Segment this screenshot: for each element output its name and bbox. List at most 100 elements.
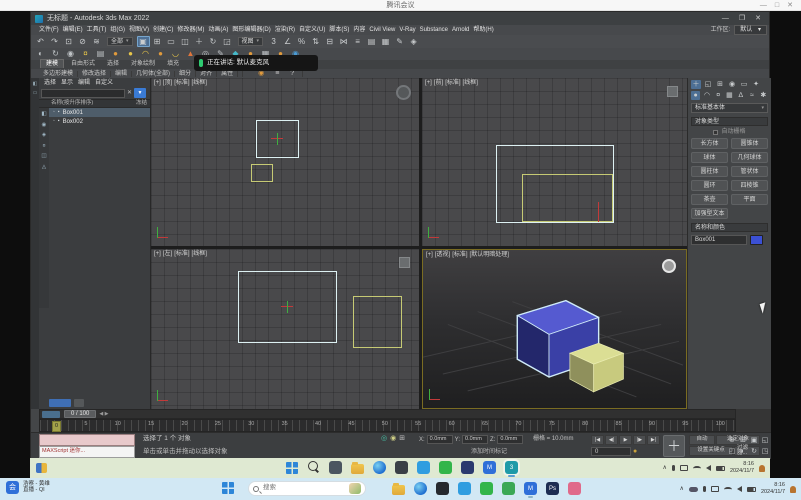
widgets-icon[interactable] <box>36 463 47 473</box>
media-app-icon[interactable] <box>395 461 408 474</box>
viewport-left[interactable]: [+][左][标准][线框] <box>151 249 419 409</box>
primitive-category-dropdown[interactable]: 标准基本体▾ <box>691 103 768 113</box>
unlink-icon[interactable]: ⊘ <box>76 36 89 47</box>
volume-icon[interactable] <box>737 486 742 492</box>
viewport-label[interactable]: [+] <box>154 80 161 86</box>
explorer-menu-item[interactable]: 显示 <box>61 80 73 87</box>
time-slider-handle[interactable]: 0 / 100 <box>64 410 96 418</box>
primitive-button[interactable]: 长方体 <box>691 138 728 149</box>
ribbon-section[interactable]: 修改选择 <box>78 71 111 77</box>
menu-item[interactable]: Civil View <box>367 27 397 33</box>
filter-icon[interactable]: ▼ <box>134 88 146 98</box>
menu-item[interactable]: 图形编辑器(D) <box>230 27 272 33</box>
time-slider-left-button[interactable] <box>42 411 60 418</box>
explorer-search-input[interactable] <box>41 89 125 98</box>
tray-chevron-icon[interactable]: ∧ <box>663 465 667 471</box>
workspace-dropdown[interactable]: 默认 ▾ <box>734 25 767 35</box>
viewport-label[interactable]: [+] <box>426 252 433 258</box>
display-lights-icon[interactable]: ¤ <box>42 144 45 150</box>
menu-item[interactable]: 文件(F) <box>37 27 61 33</box>
primitive-button[interactable]: 圆锥体 <box>731 138 768 149</box>
primitive-button[interactable]: 几何球体 <box>731 152 768 163</box>
viewport-perspective[interactable]: [+][透视][标准][默认明暗处理] <box>422 249 687 409</box>
curve-editor-icon[interactable]: ✎ <box>393 36 406 47</box>
explorer-menu-item[interactable]: 选择 <box>44 80 56 87</box>
auto-key-button[interactable]: 自动 <box>689 435 715 445</box>
ribbon-tab[interactable]: 对象绘制 <box>126 60 160 68</box>
mic-tray-icon[interactable] <box>672 465 675 471</box>
isolate-selection-icon[interactable]: ◎ <box>381 435 387 442</box>
viewport-label[interactable]: [顶] <box>163 80 172 86</box>
notification-icon[interactable] <box>759 465 765 472</box>
start-button[interactable] <box>222 482 234 494</box>
menu-item[interactable]: 帮助(H) <box>471 27 495 33</box>
start-button[interactable] <box>286 462 298 474</box>
battery-icon[interactable] <box>747 487 756 492</box>
clear-search-icon[interactable]: ✕ <box>127 90 132 96</box>
menu-item[interactable]: 渲染(R) <box>273 27 297 33</box>
taskbar-search-box[interactable]: 搜索 <box>248 481 366 496</box>
browser-360-icon[interactable] <box>417 461 430 474</box>
tray-clock[interactable]: 8:16 2024/11/7 <box>761 483 785 495</box>
max-restore-button[interactable]: ❐ <box>739 15 745 22</box>
lights-cat-icon[interactable]: ¤ <box>714 91 723 100</box>
ribbon-section[interactable]: 细分 <box>175 71 196 77</box>
add-keyframe-button[interactable]: ＋ <box>663 435 685 457</box>
reference-coordinate-dropdown[interactable]: 视图▾ <box>238 37 264 46</box>
primitive-button[interactable]: 四棱锥 <box>731 180 768 191</box>
menu-item[interactable]: Substance <box>418 27 450 33</box>
autogrid-checkbox[interactable] <box>713 130 718 135</box>
rotate-icon[interactable]: ↻ <box>207 36 220 47</box>
current-frame-field[interactable]: 0 <box>591 447 631 456</box>
cloud-sync-icon[interactable] <box>689 487 698 492</box>
ribbon-tab[interactable]: 填充 <box>162 60 184 68</box>
select-link-icon[interactable]: ⊡ <box>62 36 75 47</box>
display-tab-icon[interactable]: ▭ <box>739 80 749 89</box>
explorer-frozen-column-header[interactable]: 冻结 <box>136 101 147 107</box>
settings-tray-icon[interactable] <box>711 486 719 492</box>
explorer-name-column-header[interactable]: 名称(按升序排序) <box>51 101 93 107</box>
create-tab-icon[interactable]: ＋ <box>691 80 701 89</box>
battery-icon[interactable] <box>716 466 725 471</box>
ribbon-section[interactable]: 几何体(全部) <box>132 71 175 77</box>
bind-spacewarp-icon[interactable]: ≋ <box>90 36 103 47</box>
snap-toggle-icon[interactable]: 3 <box>267 36 280 47</box>
maxscript-mini-listener-white[interactable]: MAXScript 迷你... <box>39 446 135 458</box>
display-all-icon[interactable]: ◧ <box>41 112 46 118</box>
menu-item[interactable]: 修改器(M) <box>175 27 206 33</box>
schematic-view-icon[interactable]: ◈ <box>407 36 420 47</box>
help-icon[interactable]: ? <box>286 70 298 77</box>
align-icon[interactable]: ≡ <box>351 36 364 47</box>
box002-wireframe[interactable] <box>353 296 402 348</box>
viewport-label[interactable]: [线框] <box>463 80 478 86</box>
viewport-label[interactable]: [+] <box>154 251 161 257</box>
utilities-tab-icon[interactable]: ✦ <box>751 80 761 89</box>
tray-chevron-icon[interactable]: ∧ <box>680 486 684 492</box>
object-type-rollout[interactable]: 对象类型 <box>691 117 768 126</box>
viewport-label[interactable]: [标准] <box>452 252 467 258</box>
menu-item[interactable]: 内容 <box>351 27 367 33</box>
steering-wheel-icon[interactable] <box>662 259 676 273</box>
ribbon-tab[interactable]: 选择 <box>102 60 124 68</box>
mic-tray-icon[interactable] <box>703 486 706 492</box>
menu-item[interactable]: 视图(V) <box>127 27 151 33</box>
meeting-maximize-button[interactable]: □ <box>775 2 779 9</box>
edge-icon[interactable] <box>414 482 427 495</box>
file-explorer-icon[interactable] <box>351 464 364 474</box>
viewport-label[interactable]: [前] <box>434 80 443 86</box>
max-close-button[interactable]: ✕ <box>755 15 761 22</box>
ribbon-tab[interactable]: 建模 <box>40 59 64 68</box>
move-icon[interactable]: ＋ <box>193 36 206 47</box>
explorer-row-box001[interactable]: ◦ ▪ Box001 <box>49 108 150 117</box>
tencent-meeting-icon[interactable]: M <box>524 482 537 495</box>
maximize-viewport-icon[interactable]: ◳ <box>760 446 770 456</box>
display-shapes-icon[interactable]: ◈ <box>42 133 46 139</box>
zoom-extents-icon[interactable]: ▣ <box>749 435 759 445</box>
prev-frame-button[interactable]: ◀| <box>605 435 618 445</box>
file-explorer-icon[interactable] <box>392 485 405 495</box>
menu-item[interactable]: 组(G) <box>108 27 127 33</box>
hierarchy-tab-icon[interactable]: ⊞ <box>715 80 725 89</box>
track-bar[interactable]: 0510152025303540455055606570758085909510… <box>39 419 736 432</box>
motion-tab-icon[interactable]: ◉ <box>727 80 737 89</box>
window-crossing-icon[interactable]: ◫ <box>179 36 192 47</box>
